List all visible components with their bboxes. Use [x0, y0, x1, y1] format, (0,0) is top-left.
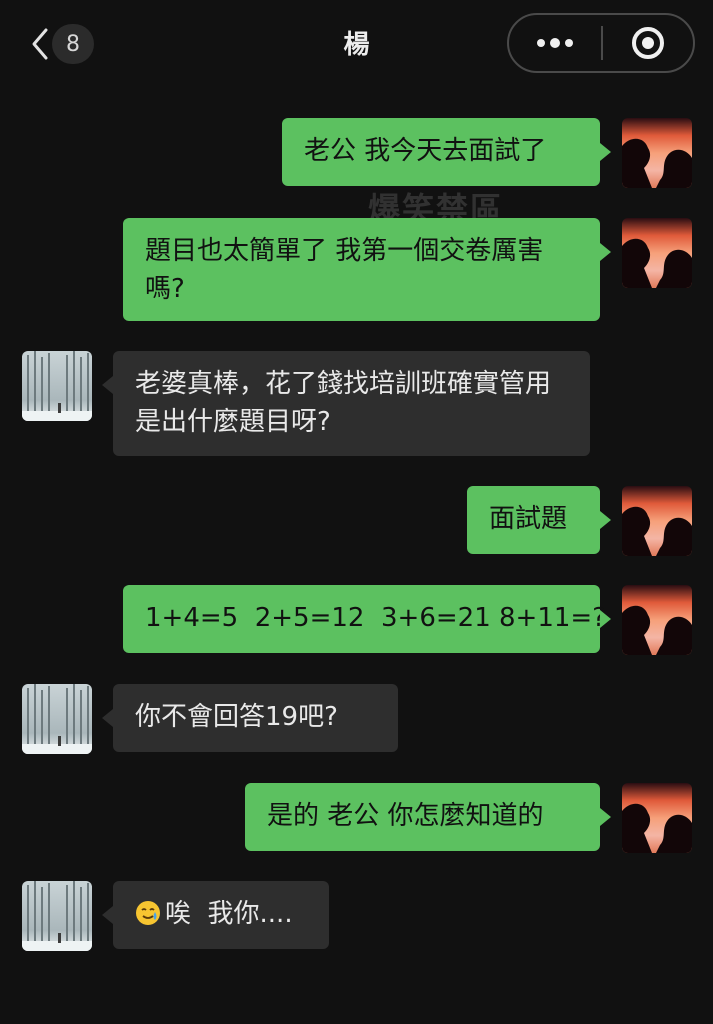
smiling-face-with-tear-icon — [136, 901, 160, 925]
message-text: 你不會回答19吧? — [135, 702, 338, 732]
my-avatar[interactable] — [622, 486, 692, 556]
outgoing-message-bubble[interactable]: 題目也太簡單了 我第一個交卷厲害嗎? — [123, 218, 600, 321]
incoming-message-bubble[interactable]: 唉 我你.... — [113, 881, 329, 949]
message-text: 1+4=5 2+5=12 3+6=21 8+11=? — [145, 603, 606, 633]
incoming-message-bubble[interactable]: 你不會回答19吧? — [113, 684, 398, 752]
more-dots-icon — [537, 38, 573, 48]
outgoing-message-bubble[interactable]: 面試題 — [467, 486, 600, 554]
message-text: 老婆真棒，花了錢找培訓班確實管用 是出什麼題目呀? — [135, 369, 552, 437]
outgoing-message-bubble[interactable]: 是的 老公 你怎麼知道的 — [245, 783, 600, 851]
mini-program-capsule — [507, 13, 695, 73]
bubble-tail — [600, 243, 611, 261]
more-options-button[interactable] — [509, 15, 601, 71]
message-text: 唉 我你.... — [165, 899, 293, 929]
bubble-tail — [600, 143, 611, 161]
bubble-tail — [600, 610, 611, 628]
my-avatar[interactable] — [622, 118, 692, 188]
bubble-tail — [102, 906, 113, 924]
bubble-tail — [102, 709, 113, 727]
my-avatar[interactable] — [622, 218, 692, 288]
incoming-message-bubble[interactable]: 老婆真棒，花了錢找培訓班確實管用 是出什麼題目呀? — [113, 351, 590, 456]
message-text: 老公 我今天去面試了 — [304, 136, 547, 166]
top-bar: 8 楊 — [0, 0, 713, 88]
close-mini-program-button[interactable] — [603, 15, 693, 71]
message-text: 是的 老公 你怎麼知道的 — [267, 801, 544, 831]
contact-avatar[interactable] — [22, 684, 92, 754]
target-icon — [632, 27, 664, 59]
my-avatar[interactable] — [622, 585, 692, 655]
bubble-tail — [102, 376, 113, 394]
my-avatar[interactable] — [622, 783, 692, 853]
outgoing-message-bubble[interactable]: 老公 我今天去面試了 — [282, 118, 600, 186]
bubble-tail — [600, 511, 611, 529]
message-text: 題目也太簡單了 我第一個交卷厲害嗎? — [145, 236, 544, 304]
bubble-tail — [600, 808, 611, 826]
outgoing-message-bubble[interactable]: 1+4=5 2+5=12 3+6=21 8+11=? — [123, 585, 606, 653]
message-text: 面試題 — [489, 504, 568, 534]
contact-avatar[interactable] — [22, 881, 92, 951]
contact-avatar[interactable] — [22, 351, 92, 421]
